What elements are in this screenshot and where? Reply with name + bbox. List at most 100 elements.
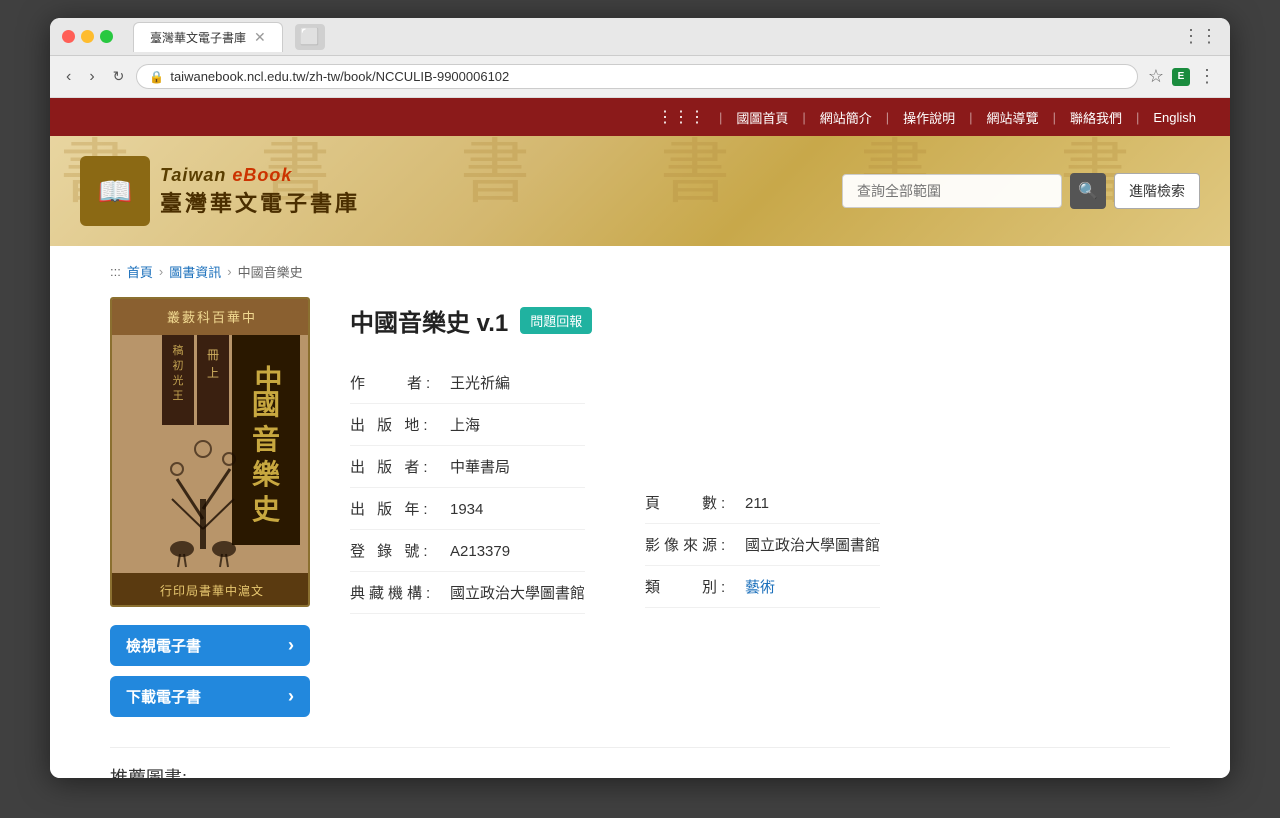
- book-title-row: 中國音樂史 v.1 問題回報: [350, 303, 1170, 338]
- search-input[interactable]: [842, 174, 1062, 208]
- logo-text: Taiwan eBook 臺灣華文電子書庫: [160, 165, 360, 218]
- value-pages: 211: [745, 495, 769, 512]
- breadcrumb-sep-1: ›: [159, 264, 163, 279]
- value-collection: 國立政治大學圖書館: [450, 582, 585, 603]
- breadcrumb-home[interactable]: 首頁: [127, 262, 153, 281]
- value-place: 上海: [450, 414, 480, 435]
- search-button[interactable]: 🔍: [1070, 173, 1106, 209]
- recommended-title: 推薦圖書:: [110, 768, 187, 778]
- value-image-source: 國立政治大學圖書館: [745, 534, 880, 555]
- tab-close-icon[interactable]: ✕: [254, 29, 266, 46]
- lock-icon: 🔒: [149, 70, 164, 84]
- new-tab-icon: ⬜: [300, 27, 320, 47]
- svg-text:國: 國: [252, 390, 280, 421]
- svg-text:王: 王: [173, 390, 184, 402]
- detail-row-accession: 登 錄 號: A213379: [350, 530, 585, 572]
- detail-row-collection: 典藏機構: 國立政治大學圖書館: [350, 572, 585, 614]
- download-ebook-button[interactable]: 下載電子書 ›: [110, 676, 310, 717]
- advanced-search-button[interactable]: 進階檢索: [1114, 173, 1200, 209]
- nav-item-english[interactable]: English: [1139, 110, 1210, 125]
- detail-row-author: 作 者: 王光祈編: [350, 362, 585, 404]
- view-ebook-button[interactable]: 檢視電子書 ›: [110, 625, 310, 666]
- nav-item-about[interactable]: 網站簡介: [806, 108, 886, 127]
- details-left-col: 作 者: 王光祈編 出 版 地: 上海 出 版 者: 中華書局: [350, 362, 585, 614]
- nav-item-guide[interactable]: 網站導覽: [973, 108, 1053, 127]
- site-header: 📖 Taiwan eBook 臺灣華文電子書庫 🔍 進階檢索: [50, 136, 1230, 246]
- logo-chinese: 臺灣華文電子書庫: [160, 186, 360, 218]
- detail-row-category: 類 別: 藝術: [645, 566, 880, 608]
- nav-item-help[interactable]: 操作說明: [889, 108, 969, 127]
- label-pages: 頁 數:: [645, 492, 745, 513]
- minimize-button[interactable]: [81, 30, 94, 43]
- cover-image: 叢藪科百華中 中 國 音 樂 史 冊: [112, 299, 310, 607]
- browser-tab[interactable]: 臺灣華文電子書庫 ✕: [133, 22, 283, 52]
- svg-text:中: 中: [251, 365, 282, 393]
- content-area: ::: 首頁 › 圖書資訊 › 中國音樂史: [50, 246, 1230, 778]
- nav-dots: ⋮⋮⋮: [657, 107, 719, 127]
- address-bar[interactable]: 🔒 taiwanebook.ncl.edu.tw/zh-tw/book/NCCU…: [136, 64, 1137, 89]
- svg-text:音: 音: [252, 423, 280, 456]
- extension-icon[interactable]: E: [1172, 68, 1190, 86]
- value-publisher: 中華書局: [450, 456, 510, 477]
- detail-row-place: 出 版 地: 上海: [350, 404, 585, 446]
- book-cover: 叢藪科百華中 中 國 音 樂 史 冊: [110, 297, 310, 607]
- book-cover-area: 叢藪科百華中 中 國 音 樂 史 冊: [110, 297, 310, 717]
- breadcrumb: ::: 首頁 › 圖書資訊 › 中國音樂史: [110, 262, 1170, 281]
- website-content: ⋮⋮⋮ | 國圖首頁 | 網站簡介 | 操作說明 | 網站導覽 | 聯絡我們 |…: [50, 98, 1230, 778]
- label-place: 出 版 地:: [350, 414, 450, 435]
- svg-text:初: 初: [173, 358, 184, 372]
- browser-window: 臺灣華文電子書庫 ✕ ⬜ ⋮⋮ ‹ › ↻ 🔒 taiwanebook.ncl.…: [50, 18, 1230, 778]
- report-badge[interactable]: 問題回報: [520, 307, 592, 334]
- svg-text:上: 上: [207, 366, 219, 380]
- refresh-button[interactable]: ↻: [107, 64, 131, 89]
- value-author: 王光祈編: [450, 372, 510, 393]
- browser-titlebar: 臺灣華文電子書庫 ✕ ⬜ ⋮⋮: [50, 18, 1230, 56]
- toolbar-actions: ☆ E ⋮: [1144, 62, 1220, 91]
- new-tab-button[interactable]: ⬜: [295, 24, 325, 50]
- detail-row-publisher: 出 版 者: 中華書局: [350, 446, 585, 488]
- value-category[interactable]: 藝術: [745, 576, 775, 597]
- label-collection: 典藏機構:: [350, 582, 450, 603]
- book-details: 中國音樂史 v.1 問題回報 作 者: 王光祈編 出 版 地:: [350, 297, 1170, 614]
- forward-button[interactable]: ›: [83, 64, 100, 90]
- close-button[interactable]: [62, 30, 75, 43]
- detail-row-year: 出 版 年: 1934: [350, 488, 585, 530]
- browser-toolbar: ‹ › ↻ 🔒 taiwanebook.ncl.edu.tw/zh-tw/boo…: [50, 56, 1230, 98]
- details-right-col: 頁 數: 211 影像來源: 國立政治大學圖書館 類 別: 藝術: [645, 362, 880, 614]
- label-year: 出 版 年:: [350, 498, 450, 519]
- top-navigation: ⋮⋮⋮ | 國圖首頁 | 網站簡介 | 操作說明 | 網站導覽 | 聯絡我們 |…: [50, 98, 1230, 136]
- recommended-section: 推薦圖書:: [110, 747, 1170, 778]
- value-accession: A213379: [450, 543, 510, 560]
- search-area: 🔍 進階檢索: [842, 173, 1200, 209]
- label-publisher: 出 版 者:: [350, 456, 450, 477]
- svg-text:行印局書華中滬文: 行印局書華中滬文: [160, 583, 264, 598]
- book-section: 叢藪科百華中 中 國 音 樂 史 冊: [110, 297, 1170, 717]
- label-author: 作 者:: [350, 372, 450, 393]
- label-category: 類 別:: [645, 576, 745, 597]
- breadcrumb-book-info[interactable]: 圖書資訊: [169, 262, 221, 281]
- nav-item-contact[interactable]: 聯絡我們: [1056, 108, 1136, 127]
- nav-item-home[interactable]: 國圖首頁: [722, 108, 802, 127]
- logo-english: Taiwan eBook: [160, 165, 360, 186]
- svg-text:史: 史: [252, 494, 280, 526]
- window-controls: ⋮⋮: [1182, 26, 1218, 47]
- action-buttons: 檢視電子書 › 下載電子書 ›: [110, 625, 310, 717]
- traffic-lights: [62, 30, 113, 43]
- back-button[interactable]: ‹: [60, 64, 77, 90]
- url-text: taiwanebook.ncl.edu.tw/zh-tw/book/NCCULI…: [170, 69, 509, 84]
- menu-icon[interactable]: ⋮: [1194, 62, 1220, 91]
- label-accession: 登 錄 號:: [350, 540, 450, 561]
- breadcrumb-dots: :::: [110, 264, 121, 279]
- svg-text:冊: 冊: [207, 348, 219, 362]
- star-icon[interactable]: ☆: [1144, 62, 1168, 91]
- breadcrumb-current: 中國音樂史: [238, 262, 303, 281]
- logo-area: 📖 Taiwan eBook 臺灣華文電子書庫: [80, 156, 360, 226]
- book-title: 中國音樂史 v.1: [350, 303, 508, 338]
- svg-text:樂: 樂: [252, 458, 281, 491]
- svg-text:光: 光: [173, 373, 184, 387]
- svg-text:叢藪科百華中: 叢藪科百華中: [167, 310, 257, 325]
- maximize-button[interactable]: [100, 30, 113, 43]
- detail-row-pages: 頁 數: 211: [645, 482, 880, 524]
- details-grid: 作 者: 王光祈編 出 版 地: 上海 出 版 者: 中華書局: [350, 362, 1170, 614]
- value-year: 1934: [450, 501, 483, 518]
